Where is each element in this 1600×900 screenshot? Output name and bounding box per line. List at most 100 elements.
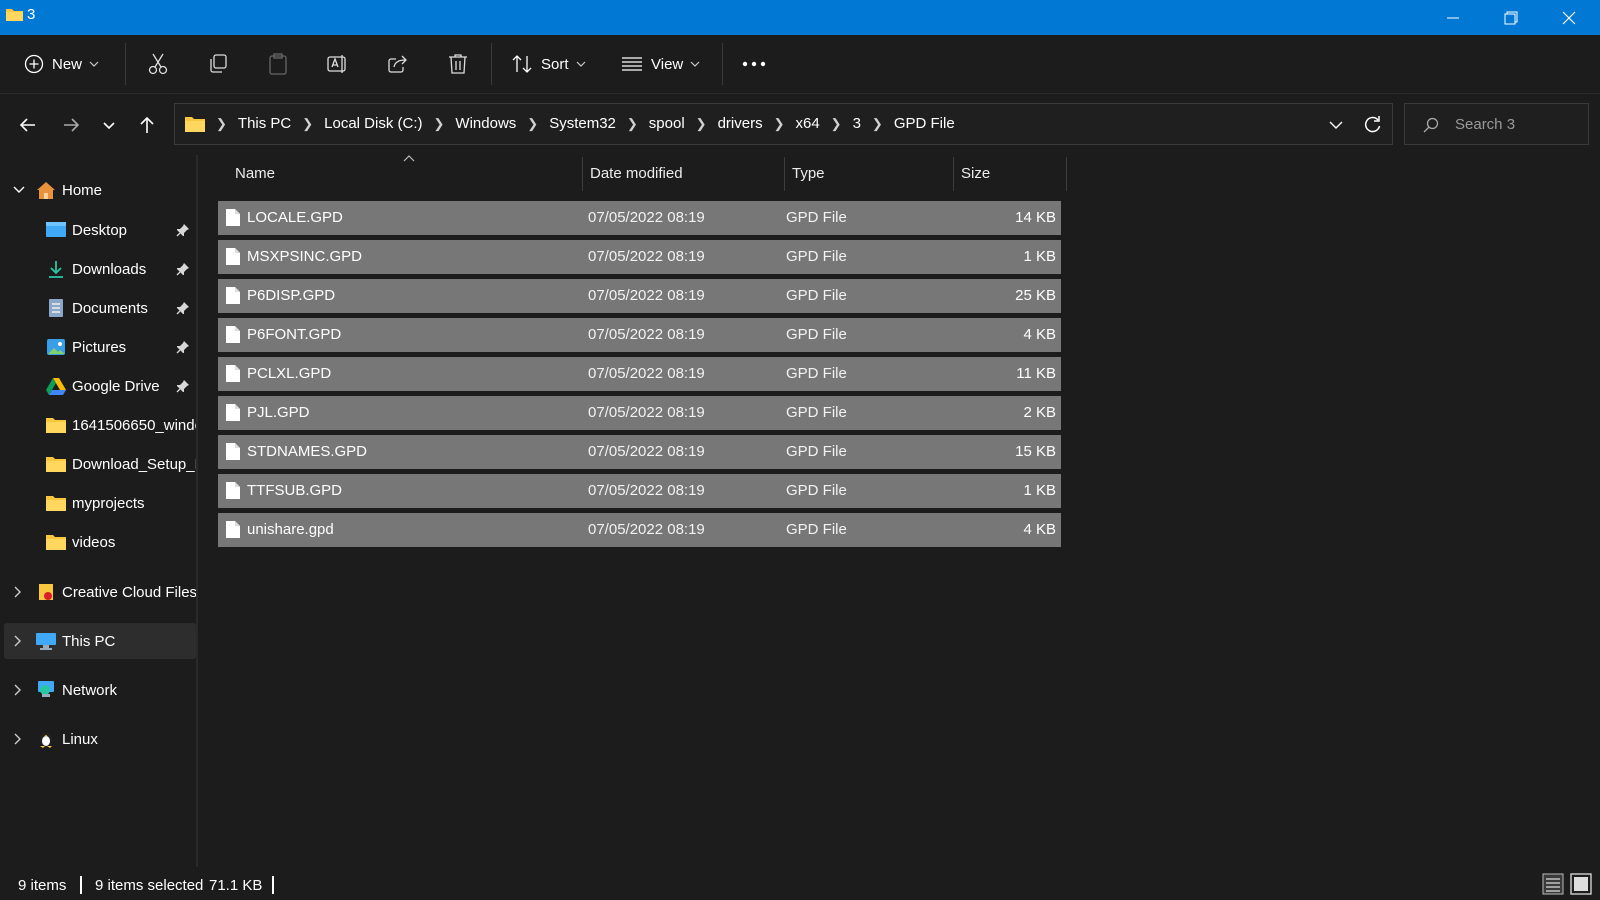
close-button[interactable] (1540, 0, 1598, 35)
sidebar-item-downloads[interactable]: Downloads (4, 251, 196, 287)
crumb-this-pc[interactable]: This PC (238, 115, 291, 132)
toolbar-divider (491, 43, 492, 85)
new-button[interactable]: New (24, 48, 99, 80)
crumb-windows[interactable]: Windows (455, 115, 516, 132)
crumb-3[interactable]: 3 (853, 115, 861, 132)
pin-icon[interactable] (176, 223, 190, 237)
recent-locations-chevron-icon[interactable] (96, 112, 122, 138)
sidebar-item-documents[interactable]: Documents (4, 290, 196, 326)
details-view-icon[interactable] (1542, 873, 1564, 895)
view-label: View (651, 55, 684, 73)
crumb-drivers[interactable]: drivers (718, 115, 763, 132)
column-header-size[interactable]: Size (961, 155, 1061, 195)
folder-icon (46, 457, 66, 472)
scissors-icon (148, 53, 168, 75)
sidebar-item-videos[interactable]: videos (4, 524, 196, 560)
file-name: STDNAMES.GPD (247, 443, 368, 460)
forward-arrow-icon[interactable] (58, 112, 84, 138)
chevron-right-icon[interactable] (14, 635, 22, 647)
folder-icon (6, 9, 23, 21)
refresh-icon[interactable] (1362, 115, 1382, 135)
pin-icon[interactable] (176, 262, 190, 276)
chevron-right-icon[interactable] (14, 586, 22, 598)
file-list: Name Date modified Type Size LOCALE.GPD … (198, 155, 1600, 867)
address-bar[interactable]: ❯ This PC ❯ Local Disk (C:) ❯ Windows ❯ … (174, 103, 1393, 145)
file-icon (226, 326, 240, 343)
up-arrow-icon[interactable] (134, 112, 160, 138)
google-drive-icon (46, 378, 66, 395)
file-size: 1 KB (1023, 482, 1056, 499)
table-row[interactable]: PCLXL.GPD 07/05/2022 08:19 GPD File 11 K… (218, 357, 1061, 391)
share-button[interactable] (387, 48, 409, 80)
sidebar-item-download-setup[interactable]: Download_Setup_K (4, 446, 196, 482)
pin-icon[interactable] (176, 340, 190, 354)
table-row[interactable]: P6FONT.GPD 07/05/2022 08:19 GPD File 4 K… (218, 318, 1061, 352)
back-arrow-icon[interactable] (15, 112, 41, 138)
file-size: 15 KB (1015, 443, 1056, 460)
file-icon (226, 404, 240, 421)
crumb-system32[interactable]: System32 (549, 115, 616, 132)
crumb-gpd-file[interactable]: GPD File (894, 115, 955, 132)
sidebar-item-myprojects[interactable]: myprojects (4, 485, 196, 521)
table-row[interactable]: unishare.gpd 07/05/2022 08:19 GPD File 4… (218, 513, 1061, 547)
restore-button[interactable] (1482, 0, 1540, 35)
table-row[interactable]: MSXPSINC.GPD 07/05/2022 08:19 GPD File 1… (218, 240, 1061, 274)
table-row[interactable]: P6DISP.GPD 07/05/2022 08:19 GPD File 25 … (218, 279, 1061, 313)
desktop-icon (46, 222, 66, 237)
column-divider[interactable] (582, 157, 583, 191)
column-divider[interactable] (953, 157, 954, 191)
file-icon (226, 287, 240, 304)
sidebar-item-home[interactable]: Home (4, 172, 196, 208)
crumb-x64[interactable]: x64 (795, 115, 819, 132)
sidebar-item-linux[interactable]: Linux (4, 721, 196, 757)
pictures-icon (47, 339, 65, 355)
paste-icon (269, 53, 287, 75)
view-button[interactable]: View (621, 48, 700, 80)
sidebar-item-pictures[interactable]: Pictures (4, 329, 196, 365)
address-history-chevron-icon[interactable] (1328, 117, 1344, 133)
sidebar-item-google-drive[interactable]: Google Drive (4, 368, 196, 404)
crumb-local-disk[interactable]: Local Disk (C:) (324, 115, 422, 132)
sidebar-item-this-pc[interactable]: This PC (4, 623, 196, 659)
table-row[interactable]: TTFSUB.GPD 07/05/2022 08:19 GPD File 1 K… (218, 474, 1061, 508)
file-type: GPD File (786, 287, 847, 304)
sidebar-label-videos: videos (72, 533, 116, 551)
column-divider[interactable] (1066, 157, 1067, 191)
table-row[interactable]: LOCALE.GPD 07/05/2022 08:19 GPD File 14 … (218, 201, 1061, 235)
file-name: TTFSUB.GPD (247, 482, 343, 499)
search-icon (1423, 117, 1439, 133)
chevron-right-icon[interactable] (14, 684, 22, 696)
file-size: 4 KB (1023, 326, 1056, 343)
chevron-right-icon[interactable] (14, 733, 22, 745)
sidebar-item-folder-1641506650[interactable]: 1641506650_windo (4, 407, 196, 443)
sidebar-item-creative-cloud[interactable]: Creative Cloud Files (4, 574, 196, 610)
column-header-type[interactable]: Type (792, 155, 952, 195)
table-row[interactable]: STDNAMES.GPD 07/05/2022 08:19 GPD File 1… (218, 435, 1061, 469)
sidebar-item-desktop[interactable]: Desktop (4, 212, 196, 248)
large-icons-view-icon[interactable] (1570, 873, 1592, 895)
table-row[interactable]: PJL.GPD 07/05/2022 08:19 GPD File 2 KB (218, 396, 1061, 430)
cut-button[interactable] (148, 48, 168, 80)
crumb-spool[interactable]: spool (649, 115, 685, 132)
more-options-button[interactable] (742, 48, 766, 80)
delete-button[interactable] (448, 48, 468, 80)
column-header-name[interactable]: Name (235, 155, 575, 195)
sort-button[interactable]: Sort (511, 48, 586, 80)
paste-button[interactable] (268, 48, 288, 80)
folder-icon (185, 116, 205, 132)
chevron-down-icon[interactable] (13, 186, 25, 194)
more-icon (742, 61, 766, 67)
minimize-button[interactable] (1424, 0, 1482, 35)
toolbar-divider (722, 43, 723, 85)
sidebar-item-network[interactable]: Network (4, 672, 196, 708)
search-box[interactable]: Search 3 (1404, 103, 1589, 145)
pin-icon[interactable] (176, 379, 190, 393)
column-header-date[interactable]: Date modified (590, 155, 780, 195)
rename-button[interactable] (327, 48, 349, 80)
file-size: 1 KB (1023, 248, 1056, 265)
sidebar-label-network: Network (62, 681, 118, 699)
pin-icon[interactable] (176, 301, 190, 315)
copy-button[interactable] (208, 48, 228, 80)
sidebar-label-linux: Linux (62, 730, 98, 748)
column-divider[interactable] (784, 157, 785, 191)
